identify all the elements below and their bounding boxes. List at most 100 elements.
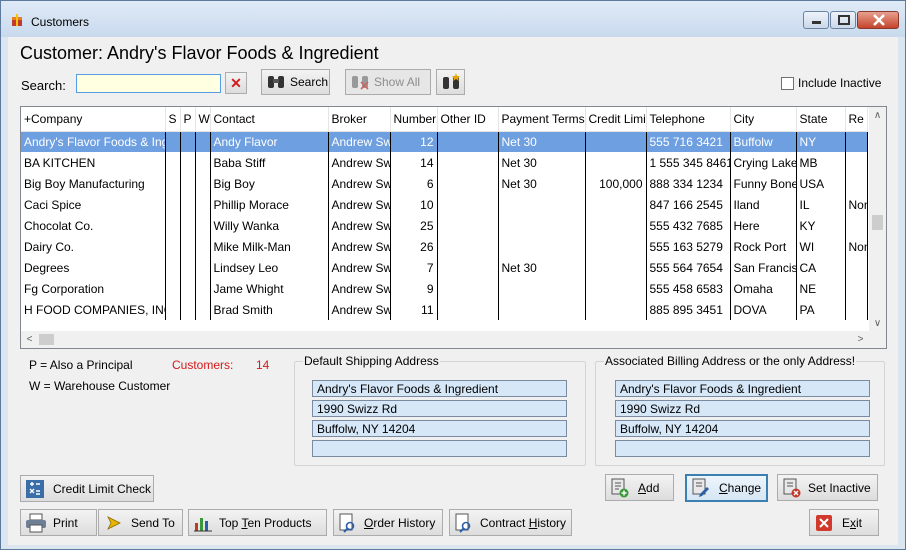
vertical-scrollbar[interactable]: ∧ ∨ xyxy=(869,107,886,332)
cell-credit xyxy=(585,194,647,215)
cell-other-id xyxy=(437,131,499,152)
customer-heading: Customer: Andry's Flavor Foods & Ingredi… xyxy=(20,43,379,63)
scroll-left-arrow[interactable]: < xyxy=(21,331,38,348)
col-header-contact[interactable]: Contact xyxy=(210,107,329,132)
cell-number: 12 xyxy=(390,131,438,152)
binoculars-star-button[interactable] xyxy=(436,69,465,95)
cell-credit xyxy=(585,152,647,173)
table-row[interactable]: Dairy Co. Mike Milk-ManAndrew Sweeney26 55… xyxy=(21,236,868,257)
billing-line-1[interactable]: Andry's Flavor Foods & Ingredient xyxy=(615,380,870,397)
table-row[interactable]: H FOOD COMPANIES, INC Brad SmithAndrew Sw… xyxy=(21,299,868,320)
billing-line-4[interactable] xyxy=(615,440,870,457)
cell-p xyxy=(180,236,196,257)
scroll-right-arrow[interactable]: > xyxy=(852,331,869,348)
search-button[interactable]: Search xyxy=(261,69,330,95)
top-ten-products-button[interactable]: Top Ten Products xyxy=(188,509,327,536)
order-history-button[interactable]: Order History xyxy=(333,509,443,536)
table-row[interactable]: Fg Corporation Jame WhightAndrew Sweeney9… xyxy=(21,278,868,299)
customer-count-label: Customers: xyxy=(172,358,234,372)
cell-other-id xyxy=(437,299,499,320)
table-row[interactable]: Andry's Flavor Foods & Ingredient Andy Fl… xyxy=(21,131,868,152)
set-inactive-button[interactable]: Set Inactive xyxy=(777,474,878,501)
vertical-scroll-thumb[interactable] xyxy=(872,215,883,230)
credit-limit-check-button[interactable]: Credit Limit Check xyxy=(20,475,154,502)
billing-address-group: Associated Billing Address or the only A… xyxy=(595,354,885,466)
cell-re xyxy=(845,278,868,299)
col-header-w[interactable]: W xyxy=(195,107,211,132)
cell-w xyxy=(195,173,211,194)
cell-re xyxy=(845,131,868,152)
cell-company: Caci Spice xyxy=(21,194,166,215)
table-row[interactable]: Caci Spice Phillip MoraceAndrew Sweeney10… xyxy=(21,194,868,215)
cell-w xyxy=(195,152,211,173)
set-inactive-label: Set Inactive xyxy=(808,480,871,495)
clear-search-button[interactable]: ✕ xyxy=(225,72,247,94)
cell-number: 11 xyxy=(390,299,438,320)
cell-p xyxy=(180,299,196,320)
col-header-other-id[interactable]: Other ID xyxy=(437,107,499,132)
shipping-line-3[interactable]: Buffolw, NY 14204 xyxy=(312,420,567,437)
billing-line-3[interactable]: Buffolw, NY 14204 xyxy=(615,420,870,437)
col-header-s[interactable]: S xyxy=(165,107,181,132)
print-button[interactable]: Print xyxy=(20,509,97,536)
col-header-re[interactable]: Re xyxy=(845,107,868,132)
include-inactive-checkbox[interactable] xyxy=(781,77,794,90)
shipping-line-2[interactable]: 1990 Swizz Rd xyxy=(312,400,567,417)
col-header-payment-terms[interactable]: Payment Terms xyxy=(498,107,586,132)
change-button[interactable]: Change xyxy=(685,474,768,502)
col-header-telephone[interactable]: Telephone xyxy=(646,107,731,132)
col-header-city[interactable]: City xyxy=(730,107,797,132)
shipping-line-1[interactable]: Andry's Flavor Foods & Ingredient xyxy=(312,380,567,397)
table-row[interactable]: Chocolat Co. Willy WankaAndrew Sweeney25 5… xyxy=(21,215,868,236)
cell-w xyxy=(195,131,211,152)
table-row[interactable]: Degrees Lindsey LeoAndrew Sweeney7 Net 30 5… xyxy=(21,257,868,278)
exit-button[interactable]: Exit xyxy=(809,509,879,536)
table-row[interactable]: Big Boy Manufacturing Big BoyAndrew Sween… xyxy=(21,173,868,194)
add-button[interactable]: Add xyxy=(605,474,674,501)
send-to-button[interactable]: Send To xyxy=(98,509,183,536)
col-header-number[interactable]: Number xyxy=(390,107,438,132)
contract-history-button[interactable]: Contract History xyxy=(449,509,572,536)
binoculars-x-icon xyxy=(352,76,369,90)
scroll-down-arrow[interactable]: ∨ xyxy=(869,315,886,332)
search-label: Search: xyxy=(21,78,66,93)
show-all-button[interactable]: Show All xyxy=(345,69,431,95)
cell-city: Funny Bone xyxy=(730,173,797,194)
cell-broker: Andrew Sweeney xyxy=(328,257,391,278)
horizontal-scrollbar[interactable]: < > xyxy=(21,331,886,348)
col-header-company[interactable]: +Company xyxy=(21,107,166,132)
table-row[interactable]: BA KITCHEN Baba StiffAndrew Sweeney14 Net … xyxy=(21,152,868,173)
col-header-credit-limit[interactable]: Credit Limit xyxy=(585,107,647,132)
cell-state: WI xyxy=(796,236,846,257)
billing-line-2[interactable]: 1990 Swizz Rd xyxy=(615,400,870,417)
cell-p xyxy=(180,278,196,299)
horizontal-scroll-thumb[interactable] xyxy=(39,334,54,345)
cell-p xyxy=(180,215,196,236)
shipping-line-4[interactable] xyxy=(312,440,567,457)
close-button[interactable] xyxy=(857,11,899,29)
col-header-state[interactable]: State xyxy=(796,107,846,132)
cell-other-id xyxy=(437,173,499,194)
cell-state: NY xyxy=(796,131,846,152)
cell-terms: Net 30 xyxy=(498,257,586,278)
cell-contact: Phillip Morace xyxy=(210,194,329,215)
cell-terms: Net 30 xyxy=(498,173,586,194)
customers-window: Customers Customer: Andry's Flavor Foods… xyxy=(0,0,906,550)
cell-re: Non xyxy=(845,194,868,215)
cell-company: Fg Corporation xyxy=(21,278,166,299)
customers-grid[interactable]: +Company S P W Contact Broker Number Oth… xyxy=(20,106,887,349)
cell-w xyxy=(195,299,211,320)
cell-other-id xyxy=(437,152,499,173)
maximize-button[interactable] xyxy=(830,11,856,29)
legend-warehouse: W = Warehouse Customer xyxy=(29,379,171,393)
col-header-p[interactable]: P xyxy=(180,107,196,132)
cell-city: Here xyxy=(730,215,797,236)
scroll-up-arrow[interactable]: ∧ xyxy=(869,107,886,124)
title-bar[interactable]: Customers xyxy=(1,1,905,37)
cell-s xyxy=(165,215,181,236)
search-input[interactable] xyxy=(76,74,221,93)
cell-contact: Andy Flavor xyxy=(210,131,329,152)
minimize-button[interactable] xyxy=(803,11,829,29)
col-header-broker[interactable]: Broker xyxy=(328,107,391,132)
cell-s xyxy=(165,299,181,320)
